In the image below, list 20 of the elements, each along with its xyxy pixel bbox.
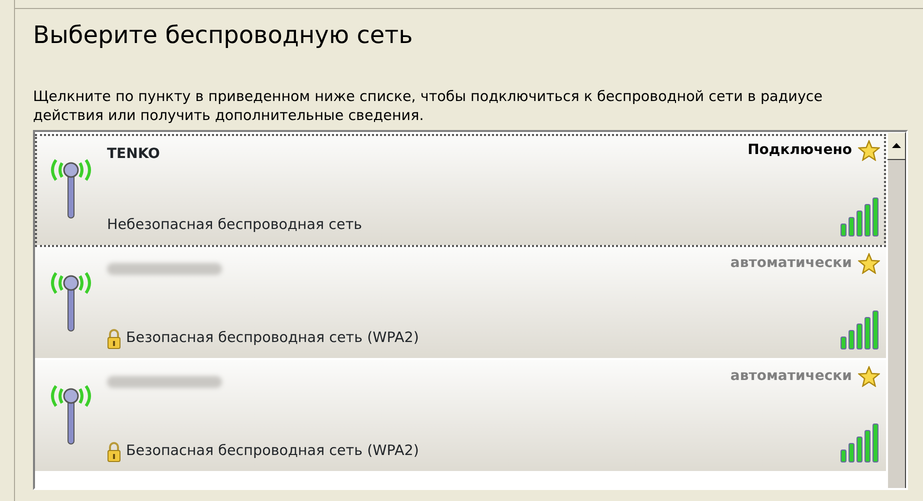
instructions-text: Щелкните по пункту в приведенном ниже списке, чтобы подключиться к беспроводной сети в радиусе действия или получить дополнительные сведения. xyxy=(33,88,824,126)
network-item[interactable]: TENKO Небезопасная беспроводная сеть Подключено xyxy=(35,134,886,247)
lock-icon xyxy=(107,329,121,350)
security-text: Безопасная беспроводная сеть (WPA2) xyxy=(126,442,419,462)
connection-status: автоматически xyxy=(730,366,852,386)
network-name: TENKO xyxy=(107,144,161,164)
scrollbar[interactable] xyxy=(886,132,906,488)
star-icon xyxy=(858,366,880,387)
security-text: Небезопасная беспроводная сеть xyxy=(107,216,362,236)
security-text: Безопасная беспроводная сеть (WPA2) xyxy=(126,329,419,348)
connection-status: Подключено xyxy=(748,140,852,160)
up-triangle-icon xyxy=(892,143,901,148)
star-icon xyxy=(858,140,880,161)
network-item[interactable]: Безопасная беспроводная сеть (WPA2) автоматически xyxy=(35,246,886,360)
page-heading: Выберите беспроводную сеть xyxy=(33,21,414,50)
connection-status: автоматически xyxy=(730,254,852,273)
network-item[interactable]: Безопасная беспроводная сеть (WPA2) автоматически xyxy=(35,360,886,473)
star-icon xyxy=(858,252,880,274)
lock-icon xyxy=(107,442,121,462)
scroll-up-button[interactable] xyxy=(887,132,906,160)
